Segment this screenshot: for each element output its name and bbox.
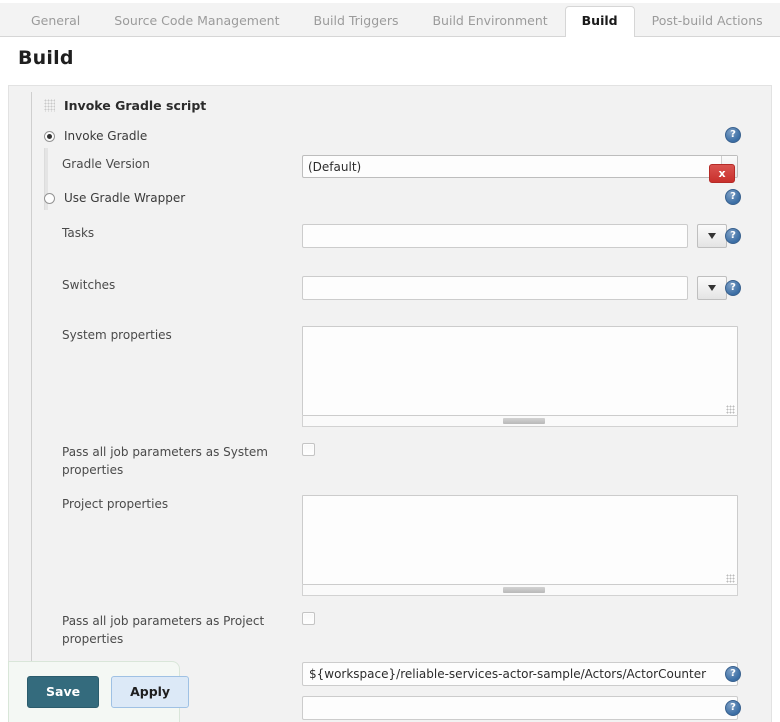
switches-dropdown-button[interactable]	[697, 276, 727, 300]
radio-invoke-gradle-control[interactable]	[44, 131, 55, 142]
help-icon-root-build-script[interactable]: ?	[725, 666, 741, 682]
row-gradle-version: Gradle Version (Default)	[40, 155, 755, 178]
tab-build[interactable]: Build	[565, 6, 635, 37]
gradle-version-select[interactable]: (Default)	[302, 155, 738, 178]
save-button[interactable]: Save	[27, 676, 99, 708]
page-header: Build	[0, 37, 780, 75]
project-properties-scrollbar[interactable]	[302, 585, 738, 596]
invoke-gradle-builder: Invoke Gradle script Invoke Gradle ? Gra…	[31, 92, 755, 722]
label-project-properties: Project properties	[40, 495, 302, 513]
project-properties-textarea-wrap	[302, 495, 738, 596]
scrollbar-thumb[interactable]	[503, 418, 545, 424]
checkbox-pass-project-properties[interactable]	[302, 612, 315, 625]
tasks-input[interactable]	[302, 224, 688, 248]
tasks-combo	[302, 224, 755, 248]
switches-input[interactable]	[302, 276, 688, 300]
radio-use-gradle-wrapper[interactable]: Use Gradle Wrapper ?	[40, 186, 755, 210]
tab-build-triggers[interactable]: Build Triggers	[297, 6, 416, 36]
label-pass-system-properties: Pass all job parameters as System proper…	[40, 443, 302, 479]
system-properties-scrollbar[interactable]	[302, 416, 738, 427]
label-gradle-version: Gradle Version	[40, 155, 302, 173]
delete-build-step-button[interactable]: x	[709, 164, 735, 183]
label-switches: Switches	[40, 276, 302, 294]
root-build-script-input[interactable]	[302, 662, 738, 686]
config-tab-bar: General Source Code Management Build Tri…	[0, 0, 780, 37]
label-tasks: Tasks	[40, 224, 302, 242]
row-project-properties: Project properties	[40, 495, 755, 596]
apply-button[interactable]: Apply	[111, 676, 189, 708]
drag-handle-icon[interactable]	[44, 99, 55, 112]
row-pass-project-properties: Pass all job parameters as Project prope…	[40, 612, 755, 648]
help-icon-switches[interactable]: ?	[725, 280, 741, 296]
row-pass-system-properties: Pass all job parameters as System proper…	[40, 443, 755, 479]
tab-general[interactable]: General	[14, 6, 97, 36]
page-title: Build	[18, 47, 780, 69]
radio-use-gradle-wrapper-control[interactable]	[44, 193, 55, 204]
label-system-properties: System properties	[40, 326, 302, 344]
builder-header: Invoke Gradle script	[40, 92, 755, 118]
scrollbar-thumb[interactable]	[503, 587, 545, 593]
label-pass-project-properties: Pass all job parameters as Project prope…	[40, 612, 302, 648]
row-tasks: Tasks ?	[40, 224, 755, 248]
project-properties-textarea[interactable]	[302, 495, 738, 585]
help-icon-build-file[interactable]: ?	[725, 700, 741, 716]
tasks-dropdown-button[interactable]	[697, 224, 727, 248]
radio-invoke-gradle-label: Invoke Gradle	[64, 129, 147, 143]
radio-use-gradle-wrapper-label: Use Gradle Wrapper	[64, 191, 185, 205]
build-steps-panel: x Invoke Gradle script Invoke Gradle ? G…	[8, 85, 772, 722]
system-properties-textarea[interactable]	[302, 326, 738, 416]
checkbox-pass-system-properties[interactable]	[302, 443, 315, 456]
system-properties-textarea-wrap	[302, 326, 738, 427]
row-system-properties: System properties	[40, 326, 755, 427]
page-root: General Source Code Management Build Tri…	[0, 0, 780, 722]
help-icon-invoke-gradle[interactable]: ?	[725, 127, 741, 143]
tab-post-build-actions[interactable]: Post-build Actions	[635, 6, 780, 36]
tab-source-code-management[interactable]: Source Code Management	[97, 6, 296, 36]
tab-build-environment[interactable]: Build Environment	[415, 6, 564, 36]
radio-invoke-gradle[interactable]: Invoke Gradle ?	[40, 124, 755, 148]
builder-title: Invoke Gradle script	[64, 98, 206, 113]
form-action-bar: Save Apply	[8, 661, 180, 722]
gradle-version-select-wrap: (Default)	[302, 155, 738, 178]
row-switches: Switches ?	[40, 276, 755, 300]
build-file-input[interactable]	[302, 696, 738, 720]
switches-combo	[302, 276, 755, 300]
help-icon-use-gradle-wrapper[interactable]: ?	[725, 189, 741, 205]
help-icon-tasks[interactable]: ?	[725, 228, 741, 244]
